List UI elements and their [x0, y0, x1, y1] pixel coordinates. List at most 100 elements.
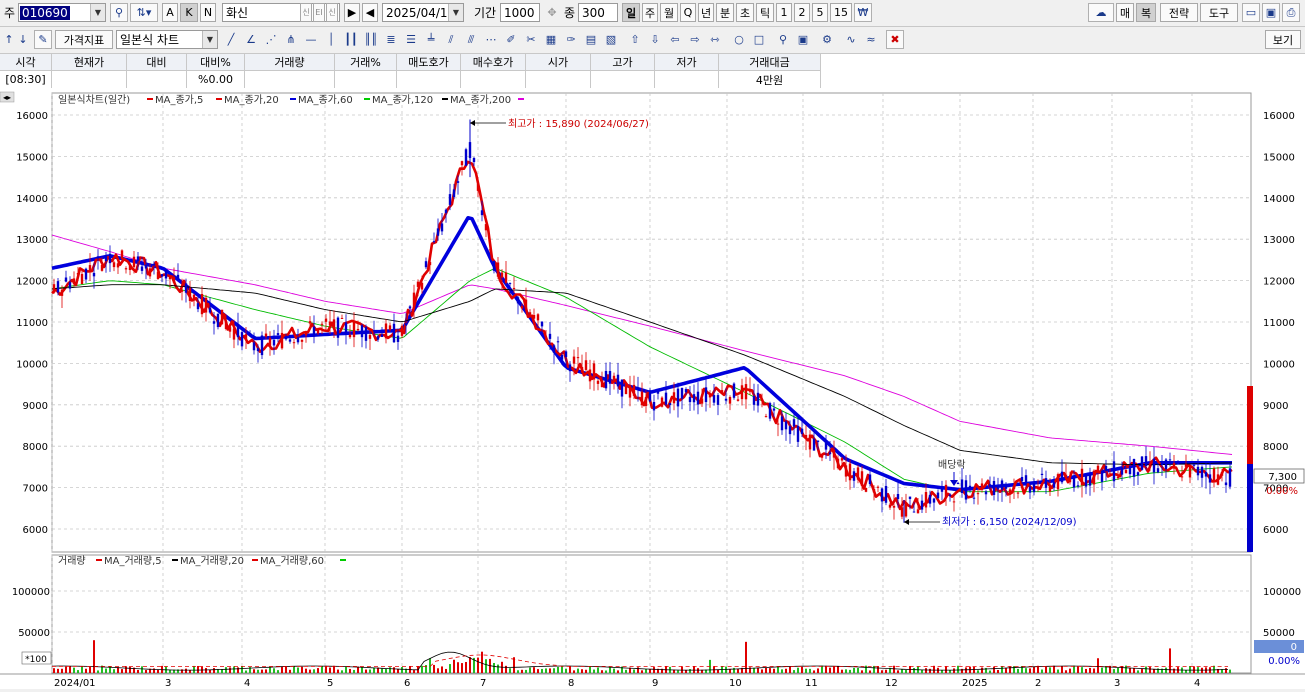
brush-icon[interactable]: ✑ — [562, 30, 580, 49]
volume-bar — [53, 668, 55, 673]
vertical-line-icon[interactable]: │ — [322, 30, 340, 49]
interval-button-5[interactable]: 5 — [812, 3, 828, 22]
parallel-icon[interactable]: ⫻ — [462, 30, 480, 49]
chart-area[interactable]: ◂▸ 6000 6000 7000 7000 8000 8000 9000 9000 10000… — [0, 90, 1305, 689]
pitchfork-icon[interactable]: ⋔ — [282, 30, 300, 49]
select-icon[interactable]: ▣ — [794, 30, 812, 49]
wave2-icon[interactable]: ≈ — [862, 30, 880, 49]
tools-button[interactable]: 도구 — [1200, 3, 1238, 22]
measure-icon[interactable]: ⇿ — [706, 30, 724, 49]
quote-header-volume-pct: 거래% — [335, 54, 397, 71]
cloud-icon[interactable]: ☁ — [1088, 3, 1114, 22]
period-button-year[interactable]: 년 — [698, 3, 714, 22]
weight-icon[interactable]: ₩ — [854, 3, 872, 22]
color-icon[interactable]: ▦ — [542, 30, 560, 49]
volume-bar — [353, 669, 355, 673]
volume-bar — [573, 670, 575, 673]
price-chart-svg[interactable]: ◂▸ 6000 60007000 70008000 80009000 900010000… — [0, 90, 1305, 689]
period-button-minute[interactable]: 분 — [716, 3, 734, 22]
volume-bar — [229, 667, 231, 673]
arrow-right-icon[interactable]: ⇨ — [686, 30, 704, 49]
period-button-second[interactable]: 초 — [736, 3, 754, 22]
period-button-week[interactable]: 주 — [642, 3, 658, 22]
gann-icon[interactable]: ⋯ — [482, 30, 500, 49]
move-icon[interactable]: ✥ — [543, 3, 561, 22]
edit-icon[interactable]: ✎ — [34, 30, 52, 49]
price-index-button[interactable]: 가격지표 — [55, 30, 113, 49]
settings-icon[interactable]: ⚙ — [818, 30, 836, 49]
chart-type-select[interactable]: 일본식 차트 ▼ — [116, 30, 218, 49]
delete-all-icon[interactable]: ✖ — [886, 30, 904, 49]
mini-button-3[interactable]: 신 — [326, 3, 338, 22]
wave-icon[interactable]: ∿ — [842, 30, 860, 49]
letter-button-n[interactable]: N — [200, 3, 216, 22]
main-toolbar: 주 010690 ▼ ⚲ ⇅▾ A K N 화신 신 EI 신 ▶ ◀ 2025… — [0, 0, 1305, 27]
speed-lines-icon[interactable]: ╧ — [422, 30, 440, 49]
period-button-tick[interactable]: 틱 — [756, 3, 774, 22]
sort-icon[interactable]: ⇅▾ — [130, 3, 158, 22]
volume-tick-right: 50000 — [1263, 628, 1295, 639]
calendar-dropdown-icon[interactable]: ▼ — [448, 4, 463, 21]
period-button-month[interactable]: 월 — [660, 3, 678, 22]
erase-icon[interactable]: ✂ — [522, 30, 540, 49]
trendline-icon[interactable]: ╱ — [222, 30, 240, 49]
fib-lines-icon[interactable]: ☰ — [402, 30, 420, 49]
volume-bar — [241, 666, 243, 673]
arrow-down-icon[interactable]: ⇩ — [646, 30, 664, 49]
play-icon[interactable]: ▶ — [344, 3, 360, 22]
time-zone-icon[interactable]: ║║ — [362, 30, 380, 49]
volume-bar — [321, 666, 323, 673]
channel-icon[interactable]: ⫽ — [442, 30, 460, 49]
candle-body — [860, 471, 864, 487]
angle-icon[interactable]: ∠ — [242, 30, 260, 49]
buy-button[interactable]: 매 — [1116, 3, 1134, 22]
rectangle-icon[interactable]: □ — [750, 30, 768, 49]
strategy-button[interactable]: 전략 — [1160, 3, 1198, 22]
price-tick-right: 6000 — [1263, 525, 1288, 536]
pen-icon[interactable]: ✐ — [502, 30, 520, 49]
note-icon[interactable]: ▧ — [602, 30, 620, 49]
letter-button-k[interactable]: K — [180, 3, 198, 22]
arrow-up-icon[interactable]: ⇧ — [626, 30, 644, 49]
folder-icon[interactable]: ▭ — [1242, 3, 1260, 22]
memo-icon[interactable]: ▤ — [582, 30, 600, 49]
candle-body — [1200, 466, 1204, 478]
search-icon[interactable]: ⚲ — [110, 3, 128, 22]
save-icon[interactable]: ▣ — [1262, 3, 1280, 22]
volume-bar — [1225, 668, 1227, 673]
back-icon[interactable]: ◀ — [362, 3, 378, 22]
mini-button-1[interactable]: 신 — [300, 3, 312, 22]
mini-button-2[interactable]: EI — [313, 3, 325, 22]
horizontal-line-icon[interactable]: — — [302, 30, 320, 49]
date-field[interactable]: 2025/04/15 ▼ — [382, 3, 464, 22]
interval-button-2[interactable]: 2 — [794, 3, 810, 22]
interval-button-1[interactable]: 1 — [776, 3, 792, 22]
grid-lines-icon[interactable]: ≣ — [382, 30, 400, 49]
arrow-left-icon[interactable]: ⇦ — [666, 30, 684, 49]
volume-bar — [829, 667, 831, 673]
count-input[interactable]: 300 — [578, 3, 618, 22]
circle-icon[interactable]: ○ — [730, 30, 748, 49]
candle-body — [1148, 463, 1152, 465]
chevron-down-icon[interactable]: ▼ — [90, 4, 105, 21]
volume-bar — [1069, 668, 1071, 673]
zoom-icon[interactable]: ⚲ — [774, 30, 792, 49]
volume-bar — [1097, 658, 1099, 673]
letter-button-a[interactable]: A — [162, 3, 178, 22]
sort-arrow-icon[interactable]: ↓ — [14, 30, 32, 49]
print-icon[interactable]: ⎙ — [1282, 3, 1300, 22]
volume-bar — [341, 670, 343, 673]
quote-header-open: 시가 — [526, 54, 591, 71]
candle-body — [240, 332, 244, 347]
period-input[interactable]: 1000 — [500, 3, 540, 22]
compound-button[interactable]: 복 — [1136, 3, 1156, 22]
period-button-quarter[interactable]: Q — [680, 3, 696, 22]
stock-code-input[interactable]: 010690 ▼ — [18, 3, 106, 22]
cycle-lines-icon[interactable]: ┃┃ — [342, 30, 360, 49]
view-button[interactable]: 보기 — [1265, 30, 1301, 49]
interval-button-15[interactable]: 15 — [830, 3, 852, 22]
chevron-down-icon[interactable]: ▼ — [202, 31, 217, 48]
period-value: 1000 — [504, 5, 535, 20]
period-button-day[interactable]: 일 — [622, 3, 640, 22]
fan-icon[interactable]: ⋰ — [262, 30, 280, 49]
